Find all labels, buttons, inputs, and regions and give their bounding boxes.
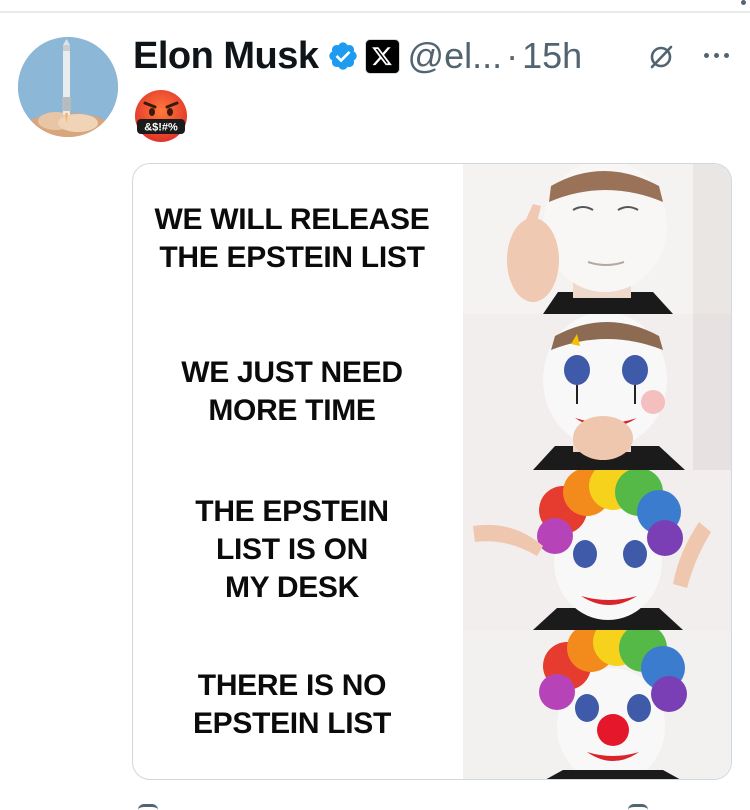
reply-icon[interactable] xyxy=(138,804,158,810)
share-icon[interactable] xyxy=(628,804,648,810)
clown-eye-makeup-image xyxy=(463,314,731,470)
meme-caption: THE EPSTEIN LIST IS ON MY DESK xyxy=(195,495,389,604)
meme-panel: WE JUST NEED MORE TIME xyxy=(133,314,731,470)
clown-wig-image xyxy=(463,470,731,630)
rocket-launch-image xyxy=(18,37,118,137)
timestamp[interactable]: 15h xyxy=(522,35,582,77)
meme-panel: THERE IS NO EPSTEIN LIST xyxy=(133,630,731,779)
action-bar xyxy=(132,800,732,810)
full-clown-nose-image xyxy=(463,630,731,779)
more-dot xyxy=(703,52,709,58)
meme-caption: WE WILL RELEASE THE EPSTEIN LIST xyxy=(154,203,430,274)
white-face-makeup-image xyxy=(463,164,731,314)
avatar[interactable] xyxy=(18,37,118,137)
tweet-header: Elon Musk @el... · 15h xyxy=(133,30,582,82)
top-divider xyxy=(0,11,750,13)
author-name[interactable]: Elon Musk xyxy=(133,35,319,78)
more-icon[interactable] xyxy=(694,40,738,70)
meme-panel: WE WILL RELEASE THE EPSTEIN LIST xyxy=(133,164,731,314)
cursing-face-emoji: &$!#% xyxy=(135,90,187,142)
meme-caption: THERE IS NO EPSTEIN LIST xyxy=(192,669,392,740)
grok-icon[interactable] xyxy=(646,42,676,72)
meme-caption: WE JUST NEED MORE TIME xyxy=(181,356,403,427)
emoji-symbols: &$!#% xyxy=(144,122,178,134)
meme-panel: THE EPSTEIN LIST IS ON MY DESK xyxy=(133,470,731,630)
more-dot xyxy=(723,52,729,58)
x-logo-icon[interactable] xyxy=(364,38,400,74)
more-dot xyxy=(713,52,719,58)
x-logo-glyph xyxy=(372,47,392,66)
author-handle[interactable]: @el... xyxy=(408,35,503,77)
more-icon-partial xyxy=(741,0,746,5)
verified-badge-icon[interactable] xyxy=(327,40,359,72)
meme-image[interactable]: WE WILL RELEASE THE EPSTEIN LIST WE JUST… xyxy=(132,163,732,780)
separator-dot: · xyxy=(506,35,519,76)
